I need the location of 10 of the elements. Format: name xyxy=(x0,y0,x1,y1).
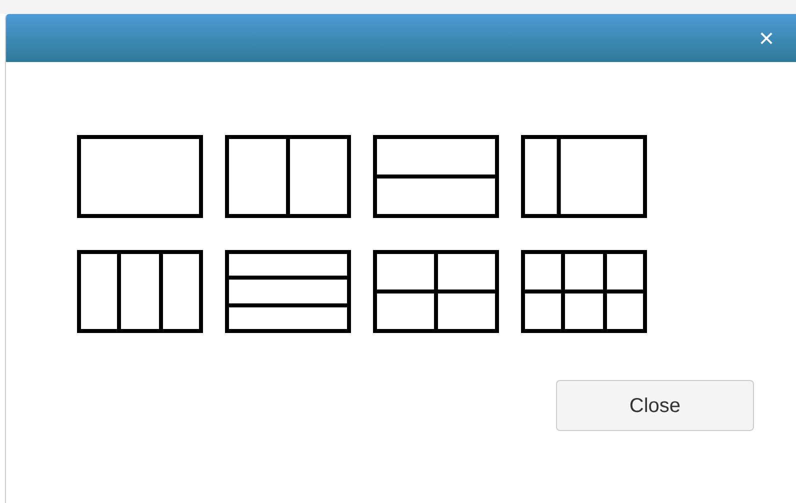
close-button[interactable]: Close xyxy=(556,380,754,431)
layout-option[interactable] xyxy=(77,135,203,218)
layout-option[interactable] xyxy=(373,135,499,218)
layout-option[interactable] xyxy=(521,250,647,333)
layout-option[interactable] xyxy=(373,250,499,333)
layout-option[interactable] xyxy=(225,135,351,218)
layout-option[interactable] xyxy=(225,250,351,333)
close-button[interactable]: × xyxy=(758,25,774,51)
layout-option[interactable] xyxy=(77,250,203,333)
layout-option[interactable] xyxy=(521,135,647,218)
